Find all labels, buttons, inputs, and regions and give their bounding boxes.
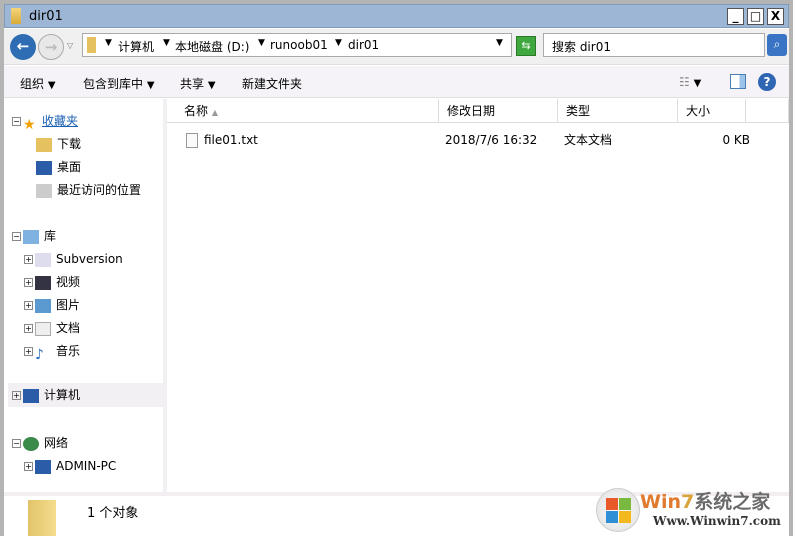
video-icon [35,275,51,290]
explorer-window: dir01 _ □ X ← → ▽ ▼ 计算机 ▼ 本地磁盘 (D:) ▼ runoo… [4,4,789,536]
pictures-icon [35,298,51,313]
item-count: 1 个对象 [87,506,139,521]
folder-icon [87,37,96,53]
file-type: 文本文档 [564,133,613,147]
view-options-icon[interactable]: ☷ ▼ [679,75,701,89]
breadcrumb-drive[interactable]: 本地磁盘 (D:) [175,38,249,55]
downloads-icon [36,137,52,152]
document-icon [35,252,51,267]
nav-favorites[interactable]: − ★ 收藏夹 [12,111,78,133]
title-bar: dir01 _ □ X [4,4,789,28]
breadcrumb-computer[interactable]: 计算机 [118,38,154,55]
navigation-pane: − ★ 收藏夹 下载 桌面 最近访问的位置 − 库 + Subversion + 视频 +… [4,99,163,492]
computer-icon [23,388,39,403]
nav-recent-places[interactable]: 最近访问的位置 [36,180,141,200]
recent-pages-dropdown[interactable]: ▽ [67,41,73,50]
file-row[interactable]: file01.txt 2018/7/6 16:32 文本文档 0 KB [167,129,789,151]
nav-libraries[interactable]: − 库 [12,226,56,246]
preview-pane-button[interactable] [730,74,746,89]
include-in-library-button[interactable]: 包含到库中 ▼ [83,75,155,92]
address-bar[interactable]: ▼ 计算机 ▼ 本地磁盘 (D:) ▼ runoob01 ▼ dir01 ▼ [82,33,512,57]
folder-icon [11,8,21,24]
text-file-icon [186,133,198,148]
desktop-icon [36,160,52,175]
libraries-icon [23,229,39,244]
back-button[interactable]: ← [10,34,36,60]
nav-documents[interactable]: + 文档 [24,318,80,338]
music-icon: ♪ [35,346,44,363]
nav-pictures[interactable]: + 图片 [24,295,80,315]
file-name: file01.txt [204,133,258,147]
nav-videos[interactable]: + 视频 [24,272,80,292]
file-list: 名称 ▲ 修改日期 类型 大小 file01.txt 2018/7/6 16:3… [167,99,789,492]
nav-subversion[interactable]: + Subversion [24,249,123,269]
maximize-button[interactable]: □ [747,8,764,25]
column-filler [746,99,789,123]
folder-icon [28,500,56,536]
breadcrumb-dir01[interactable]: dir01 [348,38,379,52]
watermark-brand: Win7系统之家 [640,491,771,513]
watermark-url: Www.Winwin7.com [653,514,781,528]
column-name[interactable]: 名称 ▲ [167,99,439,123]
window-title: dir01 [29,9,63,24]
file-modified: 2018/7/6 16:32 [445,133,538,147]
refresh-button[interactable]: ⇆ [516,36,536,56]
documents-icon [35,321,51,336]
nav-computer[interactable]: + 计算机 [8,383,163,407]
forward-button[interactable]: → [38,34,64,60]
file-size: 0 KB [722,133,750,147]
nav-network[interactable]: − 网络 [12,433,68,453]
organize-button[interactable]: 组织 ▼ [20,75,56,92]
search-icon[interactable]: ⌕ [767,34,787,56]
address-area: ← → ▽ ▼ 计算机 ▼ 本地磁盘 (D:) ▼ runoob01 ▼ dir01 ▼… [4,29,789,65]
nav-downloads[interactable]: 下载 [36,134,81,154]
computer-icon [35,459,51,474]
address-dropdown[interactable]: ▼ [496,38,503,48]
new-folder-button[interactable]: 新建文件夹 [242,75,302,92]
help-button[interactable]: ? [758,73,776,91]
recent-places-icon [36,183,52,198]
column-size[interactable]: 大小 [678,99,746,123]
minimize-button[interactable]: _ [727,8,744,25]
column-headers: 名称 ▲ 修改日期 类型 大小 [167,99,789,123]
breadcrumb-runoob01[interactable]: runoob01 [270,38,328,52]
command-bar: 组织 ▼ 包含到库中 ▼ 共享 ▼ 新建文件夹 ☷ ▼ ? [4,66,789,98]
column-modified[interactable]: 修改日期 [439,99,558,123]
windows-logo [596,488,640,532]
network-icon [23,436,39,451]
share-button[interactable]: 共享 ▼ [180,75,216,92]
column-type[interactable]: 类型 [558,99,678,123]
nav-music[interactable]: + ♪ 音乐 [24,341,80,363]
nav-desktop[interactable]: 桌面 [36,157,81,177]
search-input[interactable]: 搜索 dir01 [543,33,765,57]
nav-admin-pc[interactable]: + ADMIN-PC [24,456,116,476]
close-button[interactable]: X [767,8,784,25]
star-icon: ★ [23,116,36,133]
